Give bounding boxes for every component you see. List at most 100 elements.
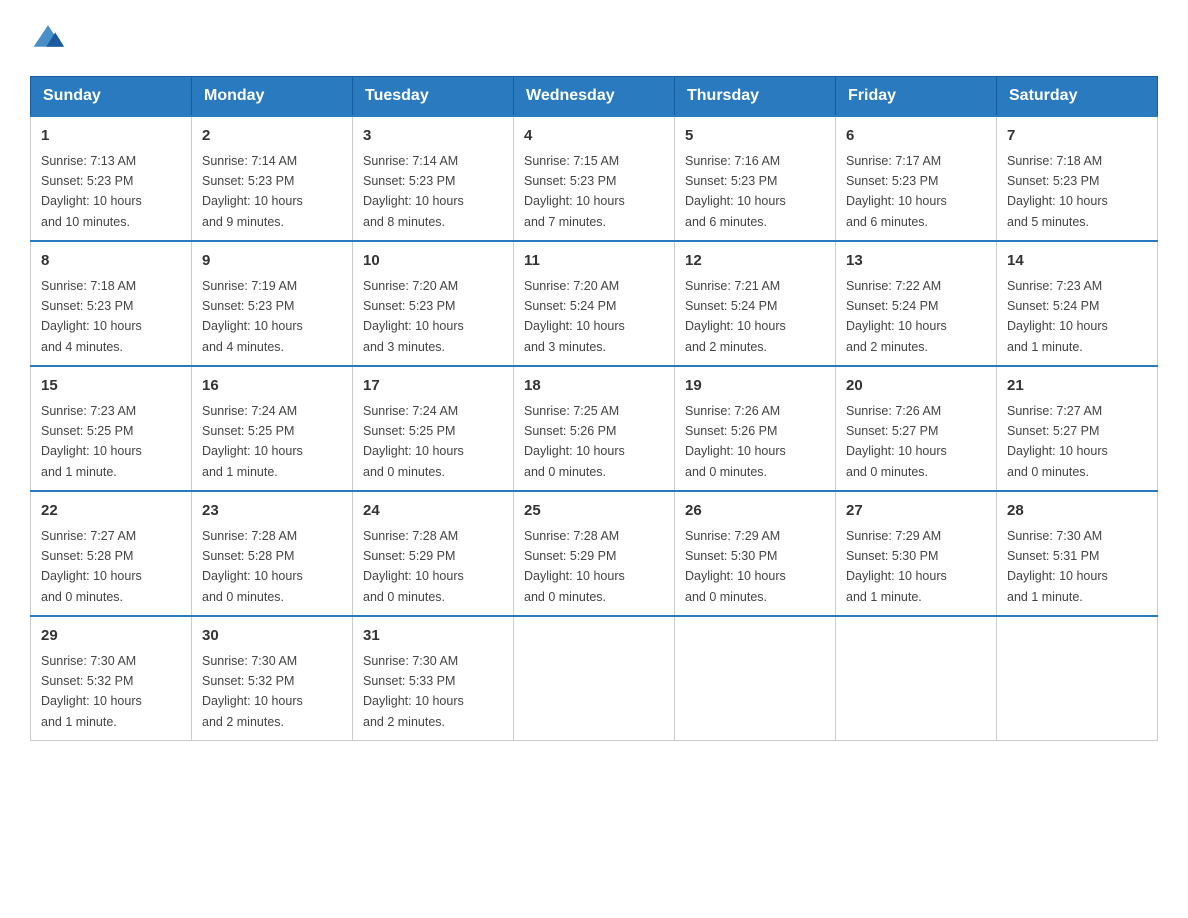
- day-number: 29: [41, 625, 181, 648]
- day-number: 19: [685, 375, 825, 398]
- day-number: 7: [1007, 125, 1147, 148]
- day-number: 5: [685, 125, 825, 148]
- calendar-week-row: 29 Sunrise: 7:30 AMSunset: 5:32 PMDayligh…: [31, 616, 1158, 741]
- day-info: Sunrise: 7:27 AMSunset: 5:27 PMDaylight:…: [1007, 404, 1108, 479]
- calendar-week-row: 15 Sunrise: 7:23 AMSunset: 5:25 PMDayligh…: [31, 366, 1158, 491]
- calendar-cell: 4 Sunrise: 7:15 AMSunset: 5:23 PMDaylight…: [514, 116, 675, 241]
- calendar-cell: 30 Sunrise: 7:30 AMSunset: 5:32 PMDayligh…: [192, 616, 353, 741]
- day-info: Sunrise: 7:30 AMSunset: 5:32 PMDaylight:…: [41, 654, 142, 729]
- calendar-cell: 28 Sunrise: 7:30 AMSunset: 5:31 PMDayligh…: [997, 491, 1158, 616]
- day-number: 21: [1007, 375, 1147, 398]
- day-info: Sunrise: 7:23 AMSunset: 5:24 PMDaylight:…: [1007, 279, 1108, 354]
- calendar-cell: 8 Sunrise: 7:18 AMSunset: 5:23 PMDaylight…: [31, 241, 192, 366]
- calendar-week-row: 1 Sunrise: 7:13 AMSunset: 5:23 PMDaylight…: [31, 116, 1158, 241]
- day-number: 25: [524, 500, 664, 523]
- calendar-cell: 14 Sunrise: 7:23 AMSunset: 5:24 PMDayligh…: [997, 241, 1158, 366]
- day-info: Sunrise: 7:20 AMSunset: 5:24 PMDaylight:…: [524, 279, 625, 354]
- day-number: 2: [202, 125, 342, 148]
- day-number: 12: [685, 250, 825, 273]
- calendar-week-row: 8 Sunrise: 7:18 AMSunset: 5:23 PMDaylight…: [31, 241, 1158, 366]
- calendar-cell: 22 Sunrise: 7:27 AMSunset: 5:28 PMDayligh…: [31, 491, 192, 616]
- day-number: 6: [846, 125, 986, 148]
- day-info: Sunrise: 7:29 AMSunset: 5:30 PMDaylight:…: [685, 529, 786, 604]
- calendar-cell: 3 Sunrise: 7:14 AMSunset: 5:23 PMDaylight…: [353, 116, 514, 241]
- day-info: Sunrise: 7:18 AMSunset: 5:23 PMDaylight:…: [41, 279, 142, 354]
- calendar-cell: 31Sunrise: 7:30 AMSunset: 5:33 PMDayligh…: [353, 616, 514, 741]
- day-info: Sunrise: 7:22 AMSunset: 5:24 PMDaylight:…: [846, 279, 947, 354]
- day-number: 8: [41, 250, 181, 273]
- day-number: 17: [363, 375, 503, 398]
- logo-area: [30, 20, 70, 56]
- calendar-cell: [514, 616, 675, 741]
- calendar-cell: 18Sunrise: 7:25 AMSunset: 5:26 PMDayligh…: [514, 366, 675, 491]
- calendar-cell: 23Sunrise: 7:28 AMSunset: 5:28 PMDayligh…: [192, 491, 353, 616]
- day-number: 28: [1007, 500, 1147, 523]
- day-number: 9: [202, 250, 342, 273]
- calendar-cell: 1 Sunrise: 7:13 AMSunset: 5:23 PMDaylight…: [31, 116, 192, 241]
- day-info: Sunrise: 7:28 AMSunset: 5:28 PMDaylight:…: [202, 529, 303, 604]
- calendar-cell: [675, 616, 836, 741]
- calendar-cell: 13 Sunrise: 7:22 AMSunset: 5:24 PMDayligh…: [836, 241, 997, 366]
- calendar-cell: 12 Sunrise: 7:21 AMSunset: 5:24 PMDayligh…: [675, 241, 836, 366]
- col-header-sunday: Sunday: [31, 77, 192, 117]
- day-info: Sunrise: 7:27 AMSunset: 5:28 PMDaylight:…: [41, 529, 142, 604]
- calendar-cell: 25 Sunrise: 7:28 AMSunset: 5:29 PMDayligh…: [514, 491, 675, 616]
- day-number: 15: [41, 375, 181, 398]
- day-info: Sunrise: 7:23 AMSunset: 5:25 PMDaylight:…: [41, 404, 142, 479]
- col-header-monday: Monday: [192, 77, 353, 117]
- day-info: Sunrise: 7:17 AMSunset: 5:23 PMDaylight:…: [846, 154, 947, 229]
- day-info: Sunrise: 7:15 AMSunset: 5:23 PMDaylight:…: [524, 154, 625, 229]
- day-info: Sunrise: 7:20 AMSunset: 5:23 PMDaylight:…: [363, 279, 464, 354]
- day-info: Sunrise: 7:24 AMSunset: 5:25 PMDaylight:…: [363, 404, 464, 479]
- calendar-cell: [997, 616, 1158, 741]
- day-info: Sunrise: 7:28 AMSunset: 5:29 PMDaylight:…: [524, 529, 625, 604]
- calendar-cell: 9 Sunrise: 7:19 AMSunset: 5:23 PMDaylight…: [192, 241, 353, 366]
- day-info: Sunrise: 7:18 AMSunset: 5:23 PMDaylight:…: [1007, 154, 1108, 229]
- calendar-cell: 19 Sunrise: 7:26 AMSunset: 5:26 PMDayligh…: [675, 366, 836, 491]
- day-info: Sunrise: 7:13 AMSunset: 5:23 PMDaylight:…: [41, 154, 142, 229]
- day-info: Sunrise: 7:29 AMSunset: 5:30 PMDaylight:…: [846, 529, 947, 604]
- day-info: Sunrise: 7:26 AMSunset: 5:26 PMDaylight:…: [685, 404, 786, 479]
- day-number: 30: [202, 625, 342, 648]
- day-info: Sunrise: 7:24 AMSunset: 5:25 PMDaylight:…: [202, 404, 303, 479]
- day-info: Sunrise: 7:16 AMSunset: 5:23 PMDaylight:…: [685, 154, 786, 229]
- day-number: 4: [524, 125, 664, 148]
- generalblue-logo-icon: [30, 18, 66, 54]
- day-number: 16: [202, 375, 342, 398]
- calendar-header-row: SundayMondayTuesdayWednesdayThursdayFrid…: [31, 77, 1158, 117]
- day-number: 20: [846, 375, 986, 398]
- day-info: Sunrise: 7:26 AMSunset: 5:27 PMDaylight:…: [846, 404, 947, 479]
- calendar-cell: 16 Sunrise: 7:24 AMSunset: 5:25 PMDayligh…: [192, 366, 353, 491]
- day-info: Sunrise: 7:14 AMSunset: 5:23 PMDaylight:…: [363, 154, 464, 229]
- col-header-saturday: Saturday: [997, 77, 1158, 117]
- day-info: Sunrise: 7:30 AMSunset: 5:32 PMDaylight:…: [202, 654, 303, 729]
- col-header-wednesday: Wednesday: [514, 77, 675, 117]
- day-number: 14: [1007, 250, 1147, 273]
- day-number: 22: [41, 500, 181, 523]
- day-number: 1: [41, 125, 181, 148]
- calendar-cell: 5 Sunrise: 7:16 AMSunset: 5:23 PMDaylight…: [675, 116, 836, 241]
- day-number: 11: [524, 250, 664, 273]
- day-info: Sunrise: 7:19 AMSunset: 5:23 PMDaylight:…: [202, 279, 303, 354]
- calendar-table: SundayMondayTuesdayWednesdayThursdayFrid…: [30, 76, 1158, 741]
- calendar-cell: 2 Sunrise: 7:14 AMSunset: 5:23 PMDaylight…: [192, 116, 353, 241]
- day-number: 24: [363, 500, 503, 523]
- page-header: [30, 20, 1158, 56]
- calendar-cell: 20 Sunrise: 7:26 AMSunset: 5:27 PMDayligh…: [836, 366, 997, 491]
- day-info: Sunrise: 7:14 AMSunset: 5:23 PMDaylight:…: [202, 154, 303, 229]
- calendar-cell: 24 Sunrise: 7:28 AMSunset: 5:29 PMDayligh…: [353, 491, 514, 616]
- calendar-cell: 11 Sunrise: 7:20 AMSunset: 5:24 PMDayligh…: [514, 241, 675, 366]
- calendar-cell: [836, 616, 997, 741]
- calendar-cell: 27Sunrise: 7:29 AMSunset: 5:30 PMDayligh…: [836, 491, 997, 616]
- col-header-friday: Friday: [836, 77, 997, 117]
- calendar-cell: 26Sunrise: 7:29 AMSunset: 5:30 PMDayligh…: [675, 491, 836, 616]
- calendar-cell: 6 Sunrise: 7:17 AMSunset: 5:23 PMDaylight…: [836, 116, 997, 241]
- day-info: Sunrise: 7:21 AMSunset: 5:24 PMDaylight:…: [685, 279, 786, 354]
- calendar-cell: 10Sunrise: 7:20 AMSunset: 5:23 PMDayligh…: [353, 241, 514, 366]
- day-info: Sunrise: 7:25 AMSunset: 5:26 PMDaylight:…: [524, 404, 625, 479]
- day-info: Sunrise: 7:28 AMSunset: 5:29 PMDaylight:…: [363, 529, 464, 604]
- day-number: 13: [846, 250, 986, 273]
- calendar-week-row: 22 Sunrise: 7:27 AMSunset: 5:28 PMDayligh…: [31, 491, 1158, 616]
- day-number: 3: [363, 125, 503, 148]
- day-info: Sunrise: 7:30 AMSunset: 5:31 PMDaylight:…: [1007, 529, 1108, 604]
